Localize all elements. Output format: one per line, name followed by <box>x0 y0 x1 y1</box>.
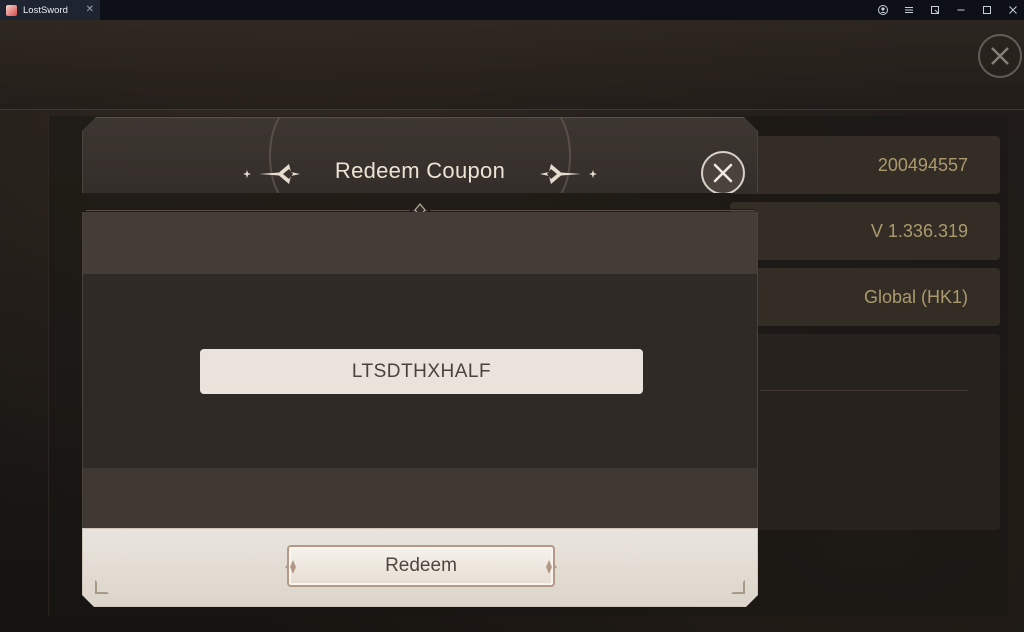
minimize-icon[interactable] <box>955 5 966 16</box>
dialog-body <box>82 212 758 528</box>
corner-ornament <box>731 580 745 594</box>
window-titlebar: LostSword ✕ <box>0 0 1024 20</box>
title-ornament-right <box>539 163 597 185</box>
menu-icon[interactable] <box>903 5 914 16</box>
corner-ornament <box>95 580 109 594</box>
app-tab-title: LostSword <box>23 4 68 16</box>
header-arc-decoration <box>269 108 315 204</box>
close-x-icon <box>712 162 734 184</box>
sparkle-icon <box>589 170 597 178</box>
star-pointer-icon <box>539 163 583 185</box>
redeem-coupon-dialog: Redeem Coupon Redeem <box>82 117 758 607</box>
dialog-footer: Redeem <box>82 528 758 607</box>
popout-icon[interactable] <box>929 5 940 16</box>
app-tab[interactable]: LostSword ✕ <box>0 0 100 20</box>
close-icon[interactable] <box>1007 5 1018 16</box>
redeem-button-label: Redeem <box>385 555 457 576</box>
button-ornament-icon <box>285 560 301 574</box>
button-ornament-icon <box>541 560 557 574</box>
tab-close-icon[interactable]: ✕ <box>86 5 94 15</box>
dialog-close-button[interactable] <box>701 151 745 195</box>
dialog-title: Redeem Coupon <box>334 158 506 183</box>
dialog-header: Redeem Coupon <box>82 117 758 193</box>
header-arc-decoration <box>525 108 571 204</box>
account-icon[interactable] <box>877 5 888 16</box>
maximize-icon[interactable] <box>981 5 992 16</box>
redeem-button[interactable]: Redeem <box>287 545 555 587</box>
app-logo-icon <box>6 4 17 16</box>
coupon-code-input[interactable] <box>200 349 643 394</box>
window-controls <box>877 0 1018 20</box>
